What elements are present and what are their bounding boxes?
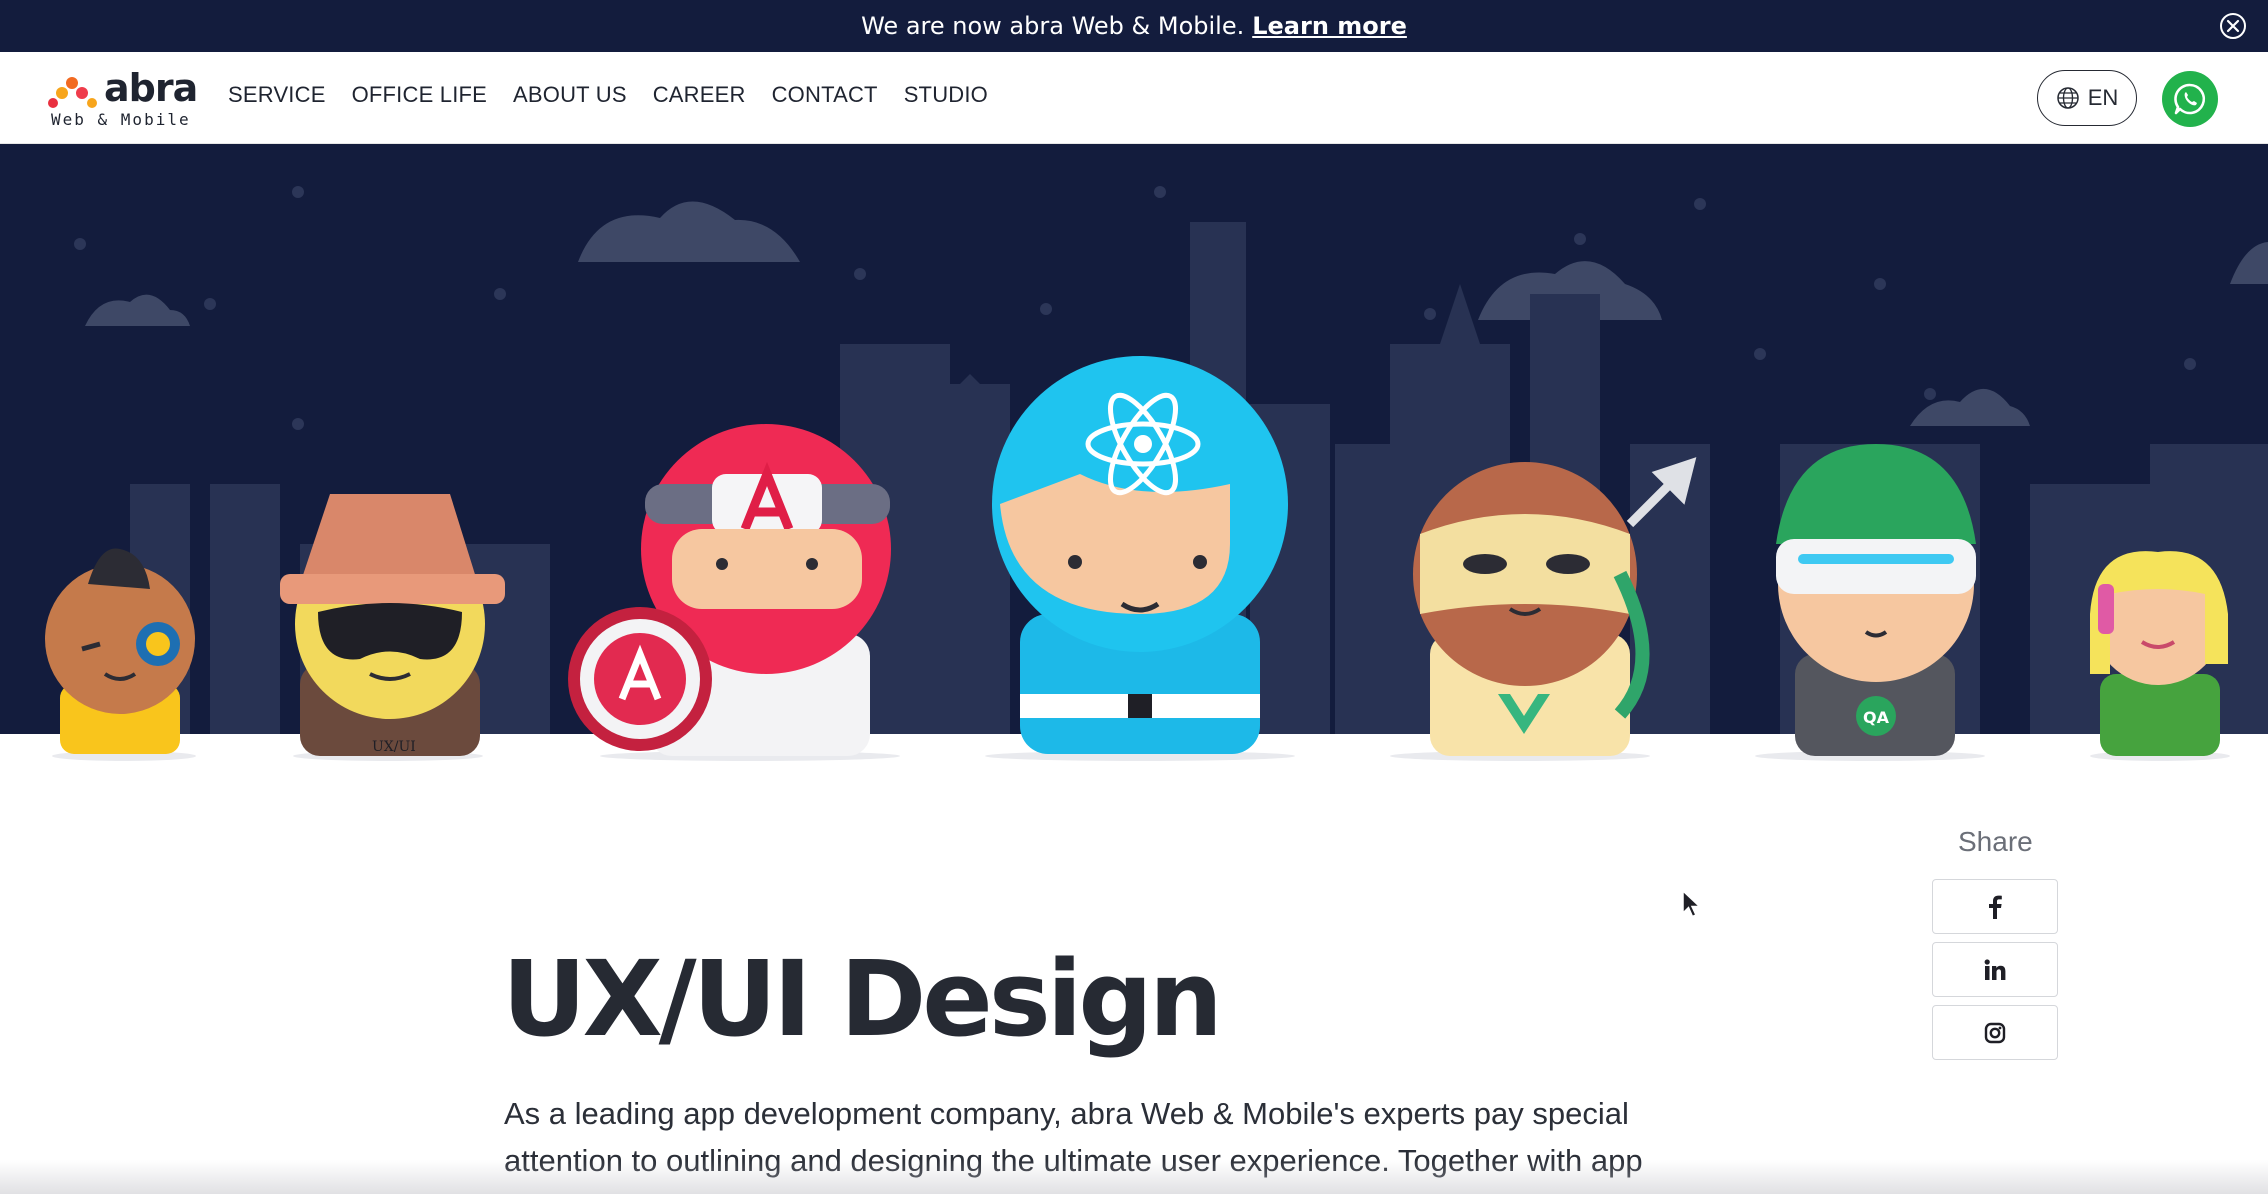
nav-service[interactable]: SERVICE	[228, 82, 326, 108]
nav-career[interactable]: CAREER	[653, 82, 746, 108]
page-title: UX/UI Design	[502, 938, 1223, 1060]
site-header: abra Web & Mobile SERVICE OFFICE LIFE AB…	[0, 52, 2268, 144]
learn-more-link[interactable]: Learn more	[1252, 12, 1407, 40]
language-selector[interactable]: EN	[2037, 70, 2137, 126]
hero-illustration: UX/UI QA	[0, 144, 2268, 764]
react-character	[992, 356, 1288, 754]
uxui-badge-label: UX/UI	[372, 739, 416, 755]
qa-badge-label: QA	[1863, 708, 1890, 727]
abra-logo[interactable]: abra Web & Mobile	[48, 66, 208, 132]
linkedin-icon	[1984, 958, 2006, 980]
share-linkedin-button[interactable]	[1932, 942, 2058, 997]
announcement-text: We are now abra Web & Mobile.	[861, 12, 1245, 40]
whatsapp-icon	[2174, 83, 2206, 115]
nav-contact[interactable]: CONTACT	[772, 82, 878, 108]
hero-scene: UX/UI QA	[0, 144, 2268, 764]
logo-wordmark: abra	[104, 66, 198, 110]
nav-about-us[interactable]: ABOUT US	[513, 82, 627, 108]
share-label: Share	[1958, 826, 2033, 857]
node-character	[2090, 551, 2228, 756]
share-facebook-button[interactable]	[1932, 879, 2058, 934]
close-icon[interactable]	[2218, 11, 2248, 41]
announcement-bar: We are now abra Web & Mobile. Learn more	[0, 0, 2268, 52]
nav-studio[interactable]: STUDIO	[904, 82, 988, 108]
logo-tagline: Web & Mobile	[51, 110, 191, 129]
share-instagram-button[interactable]	[1932, 1005, 2058, 1060]
intro-paragraph: As a leading app development company, ab…	[504, 1096, 1643, 1178]
mouse-cursor-icon	[1682, 890, 1702, 918]
globe-icon	[2056, 87, 2079, 109]
language-label: EN	[2087, 85, 2119, 110]
nav-office-life[interactable]: OFFICE LIFE	[352, 82, 487, 108]
whatsapp-button[interactable]	[2162, 71, 2218, 127]
facebook-icon	[1989, 895, 2002, 919]
qa-character: QA	[1776, 444, 1976, 756]
instagram-icon	[1984, 1022, 2006, 1043]
main-nav: SERVICE OFFICE LIFE ABOUT US CAREER CONT…	[228, 82, 1014, 108]
